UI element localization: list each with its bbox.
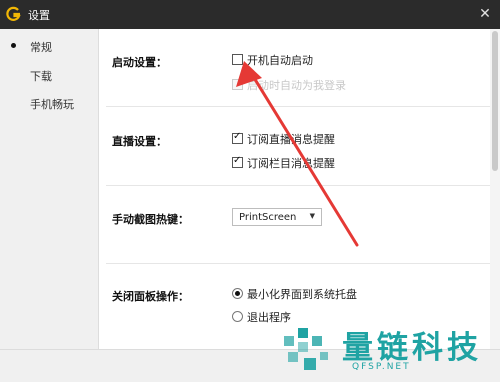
settings-panel: 启动设置： 开机自动启动 启动时自动为我登录 直播设置： 订阅直播消息提醒 订阅…: [100, 29, 490, 349]
minimize-to-tray-radio[interactable]: 最小化界面到系统托盘: [232, 286, 372, 302]
startup-section-label: 启动设置：: [112, 56, 167, 69]
auto-login-label: 启动时自动为我登录: [247, 79, 346, 92]
sidebar-item-label: 下载: [30, 70, 52, 83]
watermark: 量链科技 QFSP.NET: [278, 322, 500, 382]
live-notify-label: 订阅直播消息提醒: [247, 133, 335, 146]
radio-icon: [232, 311, 243, 322]
sidebar-item-download[interactable]: 下载: [0, 61, 99, 89]
watermark-logo-icon: [284, 328, 328, 370]
app-logo-icon: [6, 6, 21, 21]
sidebar-item-label: 常规: [30, 41, 52, 54]
checkbox-icon: [232, 79, 243, 90]
checkbox-icon: [232, 54, 243, 65]
checkbox-icon: [232, 155, 243, 168]
auto-start-checkbox[interactable]: 开机自动启动: [232, 52, 352, 68]
auto-start-label: 开机自动启动: [247, 54, 313, 67]
divider: [106, 106, 490, 107]
scroll-thumb[interactable]: [492, 31, 498, 171]
auto-login-checkbox[interactable]: 启动时自动为我登录: [232, 77, 372, 93]
sidebar-item-mobile-play[interactable]: 手机畅玩: [0, 89, 99, 117]
divider: [106, 263, 490, 264]
sidebar-item-general[interactable]: 常规: [0, 32, 99, 60]
close-button[interactable]: ✕: [470, 0, 500, 29]
hotkey-dropdown[interactable]: PrintScreen ▼: [232, 208, 322, 226]
live-notify-checkbox[interactable]: 订阅直播消息提醒: [232, 131, 362, 147]
sidebar: 常规 下载 手机畅玩: [0, 29, 99, 382]
hotkey-section-label: 手动截图热键：: [112, 213, 189, 226]
checkbox-icon: [232, 131, 243, 144]
active-indicator-icon: [11, 43, 16, 48]
hotkey-value: PrintScreen: [239, 212, 297, 223]
watermark-text: 量链科技: [342, 330, 482, 366]
close-icon: ✕: [479, 6, 491, 22]
sidebar-item-label: 手机畅玩: [30, 98, 74, 111]
watermark-url: QFSP.NET: [352, 362, 411, 372]
minimize-to-tray-label: 最小化界面到系统托盘: [247, 288, 357, 301]
window-title: 设置: [28, 9, 50, 22]
radio-icon: [232, 288, 243, 299]
close-panel-section-label: 关闭面板操作：: [112, 290, 189, 303]
live-section-label: 直播设置：: [112, 135, 167, 148]
column-notify-checkbox[interactable]: 订阅栏目消息提醒: [232, 155, 362, 171]
divider: [106, 185, 490, 186]
chevron-down-icon: ▼: [309, 212, 315, 220]
column-notify-label: 订阅栏目消息提醒: [247, 157, 335, 170]
title-bar: 设置 ✕: [0, 0, 500, 29]
vertical-scrollbar[interactable]: [490, 29, 500, 349]
